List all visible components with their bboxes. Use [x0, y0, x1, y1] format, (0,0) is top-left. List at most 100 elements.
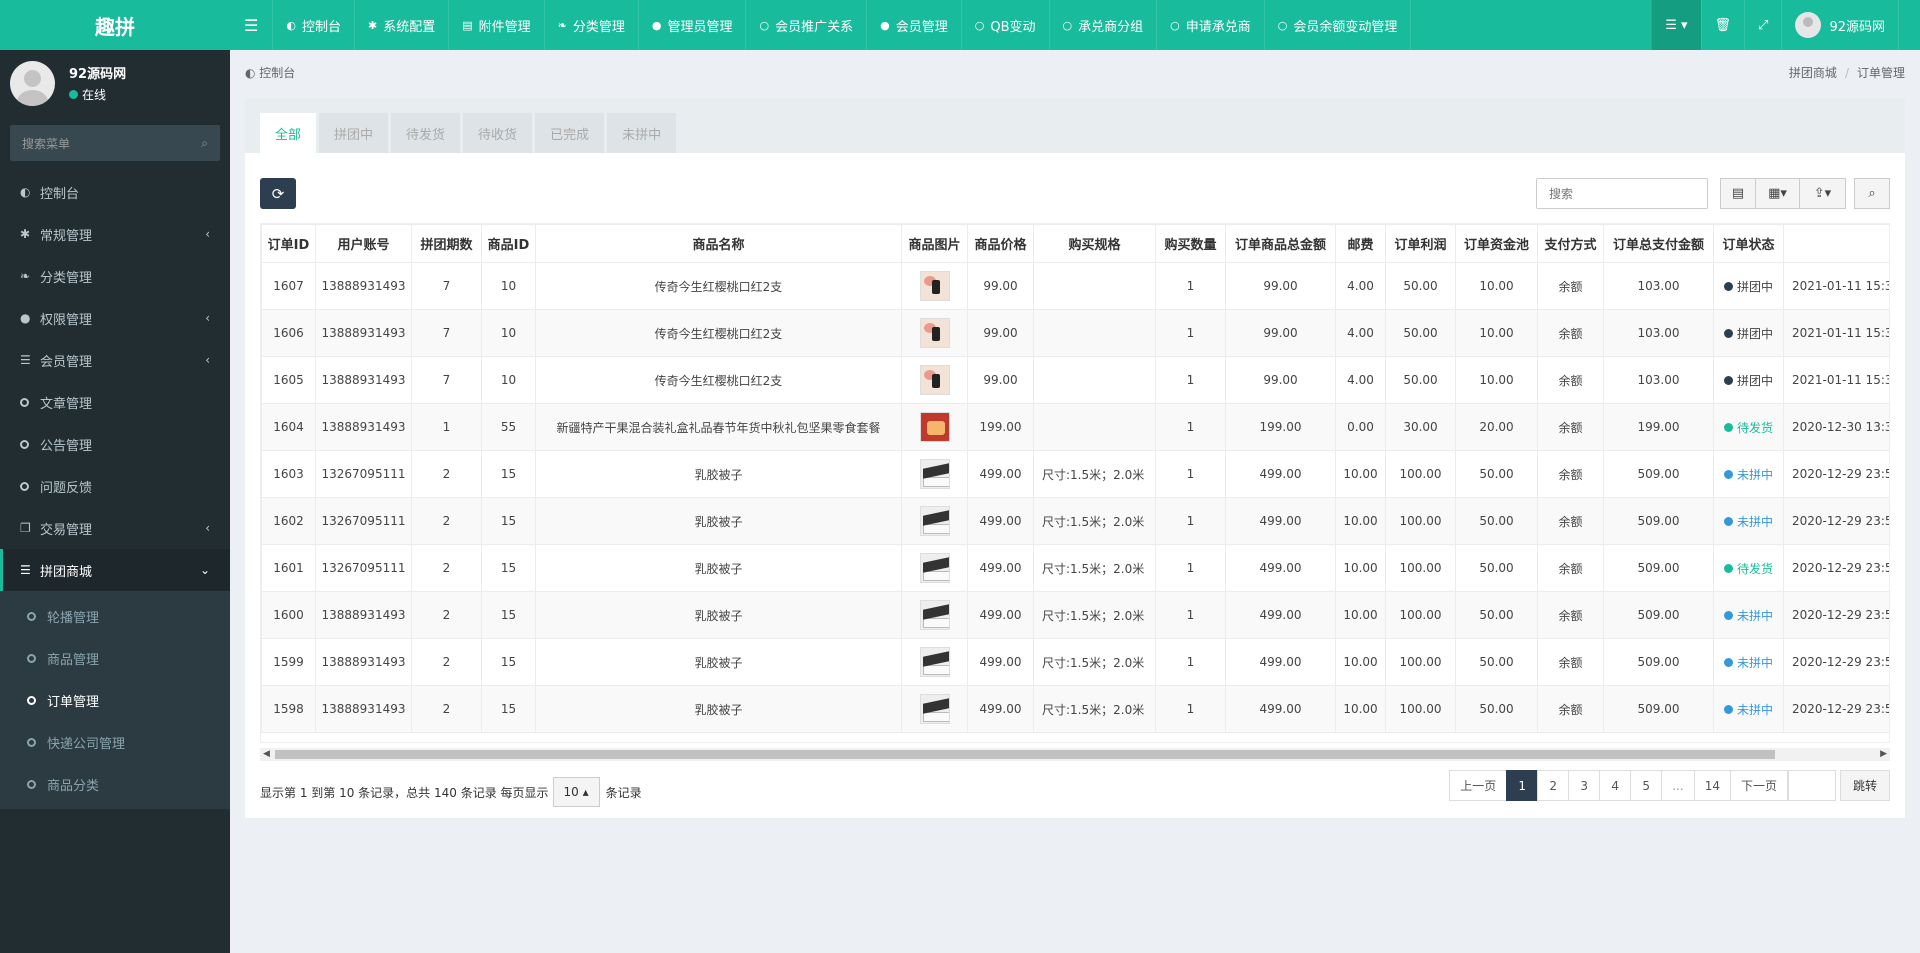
sidebar-item-express[interactable]: 快递公司管理	[0, 721, 230, 763]
sidebar-item-goods[interactable]: 商品管理	[0, 637, 230, 679]
table-row[interactable]: 1605 13888931493 7 10 传奇今生红樱桃口红2支 99.00 1 99.00…	[261, 356, 1889, 404]
table-row[interactable]: 1606 13888931493 7 10 传奇今生红樱桃口红2支 99.00 1 99.00…	[261, 309, 1889, 357]
sidebar-item-member[interactable]: ☰ 会员管理 ‹	[0, 339, 230, 381]
next-page-button[interactable]: 下一页	[1729, 770, 1788, 801]
column-header[interactable]: 订单资金池	[1455, 224, 1538, 263]
table-row[interactable]: 1599 13888931493 2 15 乳胶被子 499.00 尺寸:1.5米；2.0米…	[261, 638, 1889, 686]
tab-all[interactable]: 全部	[260, 113, 317, 153]
product-thumbnail[interactable]	[919, 365, 950, 395]
prev-page-button[interactable]: 上一页	[1449, 770, 1508, 801]
page-button[interactable]: 2	[1537, 770, 1570, 801]
columns-button[interactable]: ▦▾	[1755, 178, 1800, 209]
tab-completed[interactable]: 已完成	[535, 113, 605, 153]
sidebar-item-general[interactable]: ✱ 常规管理 ‹	[0, 213, 230, 255]
refresh-button[interactable]: ⟳	[260, 178, 296, 209]
sidebar-item-dashboard[interactable]: ◐ 控制台	[0, 171, 230, 213]
product-thumbnail[interactable]	[919, 600, 950, 630]
jump-button[interactable]: 跳转	[1839, 770, 1890, 801]
sidebar-item-orders[interactable]: 订单管理	[0, 679, 230, 721]
tab-to-ship[interactable]: 待发货	[391, 113, 461, 153]
column-header[interactable]: 订单状态	[1713, 224, 1784, 263]
topnav-item[interactable]: ● 会员管理	[867, 0, 962, 50]
user-menu[interactable]: 92源码网	[1781, 0, 1898, 50]
search-button[interactable]: ⌕	[1854, 178, 1890, 209]
sidebar-item-banner[interactable]: 轮播管理	[0, 595, 230, 637]
table-row[interactable]: 1602 13267095111 2 15 乳胶被子 499.00 尺寸:1.5米；2.0米…	[261, 497, 1889, 545]
column-header[interactable]: 订单总支付金额	[1603, 224, 1714, 263]
column-header[interactable]: 订单ID	[261, 224, 316, 263]
sidebar-toggle-icon[interactable]: ☰	[230, 0, 274, 50]
tab-grouping[interactable]: 拼团中	[319, 113, 389, 153]
tab-not-won[interactable]: 未拼中	[607, 113, 677, 153]
topnav-item[interactable]: ○ 会员余额变动管理	[1265, 0, 1412, 50]
scroll-right-icon[interactable]: ▶	[1880, 748, 1887, 761]
sidebar-item-notice[interactable]: 公告管理	[0, 423, 230, 465]
search-input[interactable]	[1536, 178, 1708, 209]
table-row[interactable]: 1598 13888931493 2 15 乳胶被子 499.00 尺寸:1.5米；2.0米…	[261, 685, 1889, 733]
column-header[interactable]: 订单利润	[1385, 224, 1456, 263]
sidebar-item-category[interactable]: ❧ 分类管理	[0, 255, 230, 297]
topnav-item[interactable]: ○ 承兑商分组	[1050, 0, 1158, 50]
product-thumbnail[interactable]	[919, 412, 950, 442]
table-row[interactable]: 1603 13267095111 2 15 乳胶被子 499.00 尺寸:1.5米；2.0米…	[261, 450, 1889, 498]
breadcrumb-home[interactable]: ◐ 控制台	[245, 64, 295, 81]
topnav-item[interactable]: ● 管理员管理	[639, 0, 747, 50]
column-header[interactable]: 购买数量	[1155, 224, 1226, 263]
multitab-menu-button[interactable]: ☰ ▾	[1651, 0, 1701, 50]
page-button[interactable]: 4	[1599, 770, 1632, 801]
column-header[interactable]: 商品图片	[901, 224, 968, 263]
column-header[interactable]: 邮费	[1335, 224, 1386, 263]
scroll-left-icon[interactable]: ◀	[263, 748, 270, 761]
column-header[interactable]: 商品价格	[967, 224, 1034, 263]
topnav-item[interactable]: ▤ 附件管理	[449, 0, 545, 50]
product-thumbnail[interactable]	[919, 553, 950, 583]
topnav-item[interactable]: ○ 申请承兑商	[1157, 0, 1265, 50]
sidebar-item-trade[interactable]: ❐ 交易管理 ‹	[0, 507, 230, 549]
product-thumbnail[interactable]	[919, 318, 950, 348]
table-row[interactable]: 1601 13267095111 2 15 乳胶被子 499.00 尺寸:1.5米；2.0米…	[261, 544, 1889, 592]
topnav-item[interactable]: ○ 会员推广关系	[746, 0, 868, 50]
sidebar-item-feedback[interactable]: 问题反馈	[0, 465, 230, 507]
product-thumbnail[interactable]	[919, 271, 950, 301]
product-thumbnail[interactable]	[919, 506, 950, 536]
column-header[interactable]: 购买规格	[1033, 224, 1156, 263]
table-row[interactable]: 1604 13888931493 1 55 新疆特产干果混合装礼盒礼品春节年货中秋礼包坚…	[261, 403, 1889, 451]
control-sidebar-toggle[interactable]	[1898, 0, 1920, 50]
jump-page-input[interactable]	[1787, 770, 1836, 801]
sidebar-item-group-mall[interactable]: ☰ 拼团商城 ⌄	[0, 549, 230, 591]
product-thumbnail[interactable]	[919, 459, 950, 489]
column-header[interactable]: 商品名称	[535, 224, 902, 263]
product-thumbnail[interactable]	[919, 647, 950, 677]
horizontal-scrollbar[interactable]: ◀ ▶	[260, 748, 1890, 761]
topnav-item[interactable]: ○ QB变动	[962, 0, 1050, 50]
topnav-item[interactable]: ✱ 系统配置	[355, 0, 450, 50]
page-size-select[interactable]: 10 ▴	[552, 777, 600, 807]
sidebar-item-auth[interactable]: ● 权限管理 ‹	[0, 297, 230, 339]
table-row[interactable]: 1607 13888931493 7 10 传奇今生红樱桃口红2支 99.00 1 99.00…	[261, 262, 1889, 310]
sidebar-item-goods-category[interactable]: 商品分类	[0, 763, 230, 805]
tab-to-receive[interactable]: 待收货	[463, 113, 533, 153]
export-button[interactable]: ⇪▾	[1799, 178, 1846, 209]
column-header[interactable]: 拼团期数	[411, 224, 482, 263]
breadcrumb-item[interactable]: 拼团商城	[1789, 66, 1837, 80]
table-row[interactable]: 1600 13888931493 2 15 乳胶被子 499.00 尺寸:1.5米；2.0米…	[261, 591, 1889, 639]
product-thumbnail[interactable]	[919, 694, 950, 724]
scrollbar-thumb[interactable]	[275, 750, 1775, 759]
column-header[interactable]: 订单商品总金额	[1225, 224, 1336, 263]
page-button[interactable]: 5	[1630, 770, 1663, 801]
column-header[interactable]: 支付方式	[1537, 224, 1604, 263]
topnav-item[interactable]: ❧ 分类管理	[545, 0, 639, 50]
menu-search-input[interactable]: 搜索菜单 ⌕	[10, 125, 220, 161]
topnav-item[interactable]: ◐ 控制台	[273, 0, 355, 50]
toggle-view-button[interactable]: ▤	[1720, 178, 1756, 209]
column-header[interactable]: 商品ID	[481, 224, 536, 263]
fullscreen-button[interactable]: ⤢	[1744, 0, 1781, 50]
page-button[interactable]: 3	[1568, 770, 1601, 801]
column-header[interactable]: 用户账号	[315, 224, 412, 263]
sidebar-item-article[interactable]: 文章管理	[0, 381, 230, 423]
app-logo[interactable]: 趣拼	[0, 0, 230, 50]
clear-cache-button[interactable]: 🗑	[1700, 0, 1745, 50]
page-button[interactable]: 14	[1693, 770, 1731, 801]
page-button[interactable]: 1	[1506, 770, 1539, 801]
column-header[interactable]: 创建时间	[1783, 224, 1889, 263]
